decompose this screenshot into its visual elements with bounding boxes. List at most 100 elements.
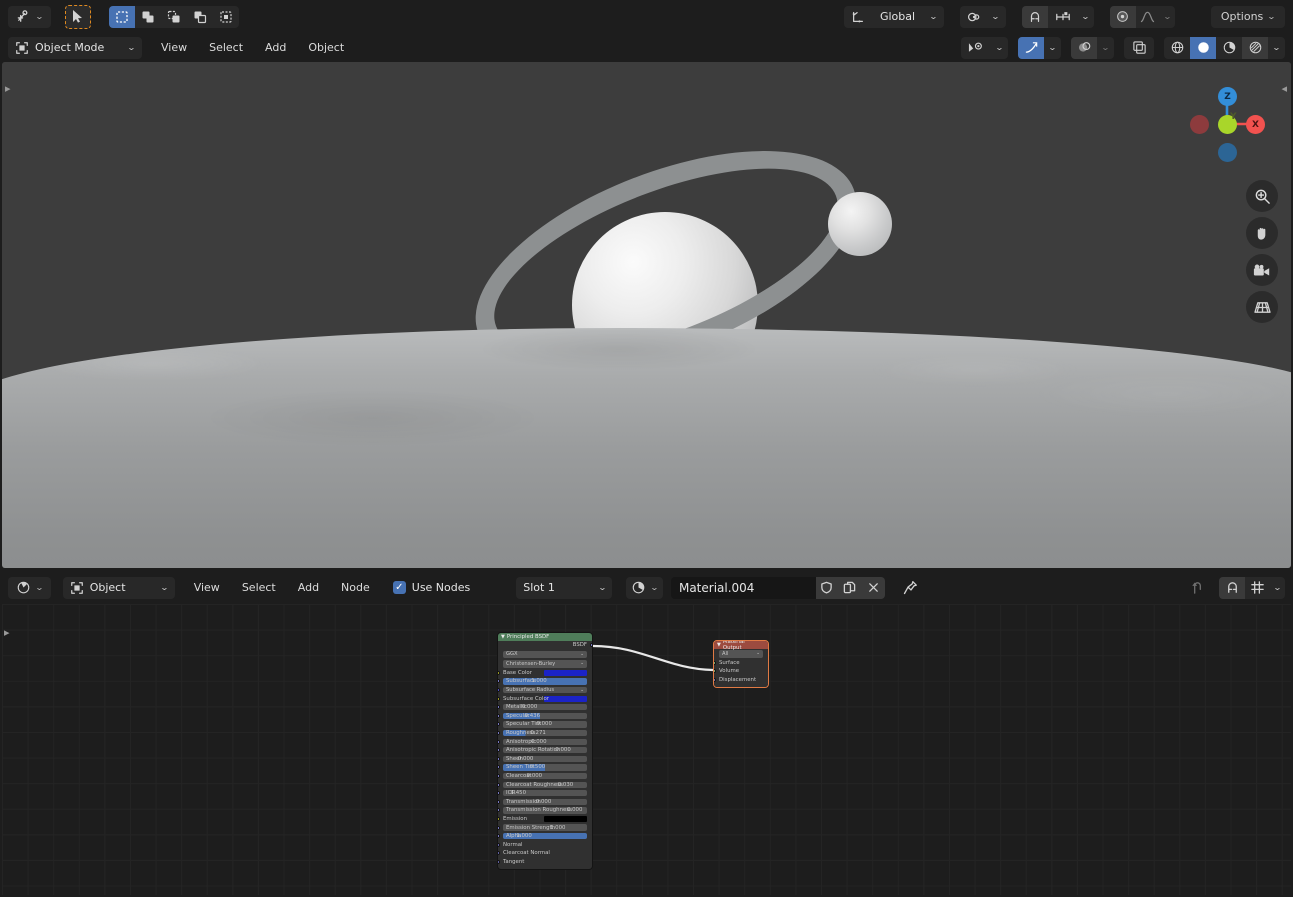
input-socket[interactable] — [498, 731, 500, 736]
fake-user-button[interactable] — [815, 576, 838, 599]
bsdf-input-clearcoat-normal[interactable]: Clearcoat Normal — [498, 849, 592, 858]
input-socket[interactable] — [498, 842, 500, 847]
sidebar-toggle-arrow[interactable]: ▸ — [5, 82, 11, 95]
material-slot-selector[interactable]: Slot 1 ⌄ — [516, 576, 613, 599]
output-input-displacement[interactable]: Displacement — [714, 676, 768, 685]
input-socket[interactable] — [498, 670, 500, 675]
bsdf-input-normal[interactable]: Normal — [498, 840, 592, 849]
node-menu-node[interactable]: Node — [332, 577, 379, 598]
chevron-down-icon[interactable]: ⌄ — [1044, 37, 1061, 59]
menu-add[interactable]: Add — [256, 37, 295, 58]
gizmo-x-axis[interactable]: X — [1246, 115, 1265, 134]
bsdf-input-clearcoat-roughness[interactable]: Clearcoat Roughness 0.030 — [498, 780, 592, 789]
snap-node-icon[interactable] — [1219, 576, 1245, 599]
input-socket[interactable] — [714, 677, 716, 682]
node-sidebar-toggle-arrow[interactable]: ▸ — [4, 626, 10, 639]
toggle-perspective-icon[interactable] — [1246, 291, 1278, 323]
input-socket[interactable] — [498, 722, 500, 727]
input-socket[interactable] — [498, 739, 500, 744]
snap-node-element-icon[interactable] — [1245, 577, 1269, 599]
node-menu-add[interactable]: Add — [289, 577, 328, 598]
bsdf-output-socket[interactable] — [590, 643, 592, 648]
wireframe-shading-icon[interactable] — [1164, 37, 1190, 59]
bsdf-node-header[interactable]: ▼ Principled BSDF — [498, 633, 592, 641]
bsdf-input-transmission[interactable]: Transmission 0.000 — [498, 798, 592, 807]
output-node-header[interactable]: ▼ Material Output — [714, 641, 768, 651]
chevron-down-icon[interactable]: ⌄ — [991, 37, 1008, 59]
chevron-down-icon[interactable]: ⌄ — [1160, 6, 1175, 28]
select-box-tool[interactable] — [64, 4, 91, 29]
rendered-shading-icon[interactable] — [1242, 36, 1268, 59]
color-swatch[interactable] — [544, 695, 587, 702]
output-input-surface[interactable]: Surface — [714, 659, 768, 668]
input-socket[interactable] — [498, 834, 500, 839]
input-socket[interactable] — [498, 799, 500, 804]
bsdf-input-anisotropic-rotation[interactable]: Anisotropic Rotation 0.000 — [498, 746, 592, 755]
input-socket[interactable] — [498, 679, 500, 684]
chevron-down-icon[interactable]: ⌄ — [1268, 37, 1285, 59]
material-name-field[interactable]: Material.004 — [670, 576, 816, 599]
bsdf-input-anisotropic[interactable]: Anisotropic 0.000 — [498, 737, 592, 746]
toggle-xray-icon[interactable] — [1124, 37, 1154, 59]
shader-type-selector[interactable]: Object ⌄ — [62, 576, 175, 599]
input-socket[interactable] — [714, 669, 716, 674]
input-socket[interactable] — [498, 688, 500, 693]
node-editor-canvas[interactable]: ▸ ▼ Principled BSDF BSDF GGX ⌄ Christens… — [2, 604, 1291, 895]
use-nodes-checkbox[interactable]: ✓ — [392, 581, 406, 594]
input-socket[interactable] — [714, 660, 716, 665]
bsdf-input-roughness[interactable]: Roughness 0.271 — [498, 729, 592, 738]
mode-selector[interactable]: Object Mode ⌄ — [8, 36, 142, 59]
output-target-dropdown[interactable]: All ⌄ — [714, 649, 768, 659]
color-swatch[interactable] — [544, 815, 587, 822]
input-socket[interactable] — [498, 765, 500, 770]
collapse-triangle-icon[interactable]: ▼ — [717, 642, 721, 648]
new-material-button[interactable] — [837, 576, 862, 599]
menu-object[interactable]: Object — [299, 37, 353, 58]
chevron-down-icon[interactable]: ⌄ — [1269, 577, 1285, 599]
bsdf-input-emission[interactable]: Emission — [498, 815, 592, 824]
bsdf-input-subsurface-radius[interactable]: Subsurface Radius ⌄ — [498, 686, 592, 695]
editor-type-selector[interactable]: ⌄ — [8, 5, 51, 28]
input-socket[interactable] — [498, 782, 500, 787]
options-button[interactable]: Options ⌄ — [1210, 5, 1285, 28]
output-input-volume[interactable]: Volume — [714, 667, 768, 676]
transform-orientation-selector[interactable]: Global ⌄ — [843, 5, 944, 28]
material-browse-button[interactable]: ⌄ — [626, 576, 663, 599]
pin-button[interactable] — [897, 577, 924, 599]
node-editor-type-selector[interactable]: ⌄ — [8, 576, 51, 599]
bsdf-input-metallic[interactable]: Metallic 0.000 — [498, 703, 592, 712]
node-menu-select[interactable]: Select — [233, 577, 285, 598]
object-visibility-icon[interactable] — [961, 37, 991, 59]
bsdf-input-tangent[interactable]: Tangent — [498, 858, 592, 867]
input-pulldown[interactable]: Subsurface Radius ⌄ — [503, 686, 587, 694]
material-preview-shading-icon[interactable] — [1216, 37, 1242, 59]
input-socket[interactable] — [498, 825, 500, 830]
select-invert-icon[interactable] — [187, 6, 213, 28]
camera-view-icon[interactable] — [1246, 254, 1278, 286]
bsdf-input-alpha[interactable]: Alpha 1.000 — [498, 832, 592, 841]
input-socket[interactable] — [498, 774, 500, 779]
bsdf-input-transmission-roughness[interactable]: Transmission Roughness 0.000 — [498, 806, 592, 815]
gizmo-neg-z-axis[interactable] — [1218, 143, 1237, 162]
bsdf-input-subsurface-color[interactable]: Subsurface Color — [498, 694, 592, 703]
color-swatch[interactable] — [544, 669, 587, 676]
snap-increment-icon[interactable] — [1048, 6, 1078, 28]
distribution-dropdown[interactable]: GGX ⌄ — [498, 650, 592, 660]
show-gizmo-icon[interactable] — [1018, 36, 1044, 59]
input-socket[interactable] — [498, 816, 500, 821]
bsdf-input-sheen[interactable]: Sheen 0.000 — [498, 755, 592, 764]
collapse-triangle-icon[interactable]: ▼ — [501, 634, 505, 640]
menu-select[interactable]: Select — [200, 37, 252, 58]
npanel-toggle-arrow[interactable]: ◂ — [1281, 82, 1287, 95]
unlink-material-button[interactable] — [861, 576, 885, 599]
chevron-down-icon[interactable]: ⌄ — [1078, 6, 1094, 28]
bsdf-input-specular[interactable]: Specular 0.436 — [498, 712, 592, 721]
navigation-gizmo[interactable]: Y Z X — [1185, 82, 1269, 166]
solid-shading-icon[interactable] — [1190, 36, 1216, 59]
proportional-edit-icon[interactable] — [1109, 5, 1136, 28]
select-intersect-icon[interactable] — [213, 6, 239, 28]
input-socket[interactable] — [498, 748, 500, 753]
zoom-view-icon[interactable] — [1246, 180, 1278, 212]
input-socket[interactable] — [498, 713, 500, 718]
bsdf-input-clearcoat[interactable]: Clearcoat 0.000 — [498, 772, 592, 781]
